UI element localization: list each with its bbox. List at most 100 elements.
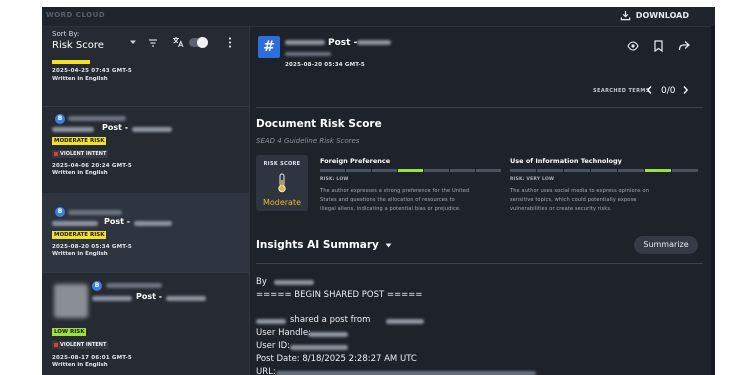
- author-redacted: [274, 280, 314, 285]
- document-risk-title: Document Risk Score: [256, 118, 382, 130]
- download-label: DOWNLOAD: [635, 11, 689, 20]
- author-redacted: [285, 40, 325, 45]
- item-language: Written in English: [52, 76, 108, 82]
- guideline-subtitle: SEAD 4 Guideline Risk Scores: [256, 137, 360, 145]
- item-date: 2025-08-20 05:34 GMT-5: [52, 244, 132, 250]
- risk-level-segment: [424, 169, 449, 172]
- risk-badge: MODERATE RISK: [52, 231, 107, 239]
- item-language: Written in English: [52, 362, 108, 368]
- violent-dot-icon: [54, 343, 58, 347]
- risk-level-segment: [476, 169, 501, 172]
- risk-badge-partial: [52, 60, 90, 64]
- bookmark-icon[interactable]: [654, 40, 663, 52]
- risk-level-segment: [591, 169, 617, 172]
- summary-shared: shared a post from: [290, 315, 371, 325]
- eye-icon[interactable]: [627, 41, 639, 51]
- thermometer-icon: [278, 173, 286, 193]
- intent-badge: VIOLENT INTENT: [52, 150, 109, 158]
- list-item[interactable]: B Post - MODERATE RISK VIOLENT INTENT 20…: [42, 106, 249, 194]
- summary-handle: User Handle:: [256, 328, 311, 338]
- translate-icon[interactable]: [172, 36, 184, 48]
- more-options-icon[interactable]: [228, 37, 232, 48]
- url-redacted: [276, 371, 536, 375]
- summary-begin: ===== BEGIN SHARED POST =====: [256, 290, 423, 300]
- platform-avatar: B: [55, 114, 65, 124]
- searched-terms-count: 0/0: [661, 86, 676, 96]
- hashtag-icon: #: [258, 36, 280, 58]
- source-redacted: [68, 210, 122, 215]
- source-redacted: [106, 283, 162, 288]
- translate-toggle[interactable]: [189, 37, 208, 48]
- intent-badge: VIOLENT INTENT: [52, 341, 109, 349]
- item-date: 2025-08-17 06:01 GMT-5: [52, 355, 132, 361]
- risk-score-card: RISK SCORE Moderate: [256, 155, 308, 211]
- summary-userid: User ID:: [256, 341, 290, 351]
- risk-level-segment: [672, 169, 698, 172]
- author-redacted: [52, 221, 98, 226]
- summarize-button[interactable]: Summarize: [634, 236, 698, 254]
- scrollbar[interactable]: [711, 26, 715, 375]
- source-redacted: [386, 319, 424, 324]
- risk-level-segment: [645, 169, 671, 172]
- share-icon[interactable]: [678, 40, 690, 51]
- item-post-label: Post -: [102, 123, 129, 132]
- item-language: Written in English: [52, 251, 108, 257]
- caret-down-icon[interactable]: [129, 38, 137, 46]
- chevron-right-icon[interactable]: [682, 85, 689, 95]
- item-language: Written in English: [52, 170, 108, 176]
- risk-level-segment: [398, 169, 423, 172]
- app-window: WORD CLOUD DOWNLOAD Sort By: Risk Score …: [42, 7, 715, 375]
- list-item-selected[interactable]: B Post - MODERATE RISK 2025-08-20 05:34 …: [42, 193, 249, 273]
- author-redacted: [256, 319, 286, 324]
- download-icon: [620, 10, 631, 21]
- list-item[interactable]: 2025-04-25 07:43 GMT-5 Written in Englis…: [42, 60, 249, 107]
- risk-level-segment: [372, 169, 397, 172]
- guideline-risk: RISK: VERY LOW: [510, 177, 555, 182]
- summary-by: By: [256, 277, 267, 287]
- author-redacted: [52, 127, 94, 132]
- top-bar: WORD CLOUD DOWNLOAD: [42, 7, 715, 27]
- summary-url: URL:: [256, 367, 276, 375]
- searched-terms-label: SEARCHED TERMS: [593, 88, 650, 94]
- guideline-risk: RISK: LOW: [320, 177, 349, 182]
- list-item[interactable]: B Post - LOW RISK VIOLENT INTENT 2025-08…: [42, 272, 249, 375]
- item-post-label: Post -: [104, 217, 131, 226]
- download-button[interactable]: DOWNLOAD: [620, 10, 689, 21]
- post-detail-panel: # Post - 2025-08-20 05:34 GMT-5 SEARCHED…: [250, 27, 711, 375]
- source-redacted: [68, 116, 126, 121]
- post-list-panel: Sort By: Risk Score 2025-04-25 07:43 GMT…: [42, 27, 250, 375]
- title-redacted: [357, 40, 391, 45]
- sort-order-icon[interactable]: [148, 38, 158, 48]
- post-thumbnail: [54, 284, 88, 318]
- divider: [256, 107, 703, 108]
- post-header: # Post - 2025-08-20 05:34 GMT-5: [250, 27, 711, 80]
- title-redacted: [132, 127, 172, 132]
- risk-level-segment: [618, 169, 644, 172]
- risk-level-segment: [510, 169, 536, 172]
- userid-redacted: [290, 345, 348, 350]
- sort-dropdown[interactable]: Risk Score: [52, 40, 104, 51]
- sort-header: Sort By: Risk Score: [42, 27, 249, 60]
- insights-title[interactable]: Insights AI Summary: [256, 239, 379, 251]
- sort-label: Sort By:: [52, 30, 80, 38]
- risk-level-bar: [320, 169, 501, 172]
- risk-score-label: RISK SCORE: [263, 161, 301, 167]
- item-date: 2025-04-06 20:24 GMT-5: [52, 163, 132, 169]
- risk-score-value: Moderate: [262, 198, 302, 207]
- divider: [256, 263, 703, 264]
- violent-dot-icon: [54, 152, 58, 156]
- caret-down-icon[interactable]: [385, 243, 392, 248]
- chevron-left-icon[interactable]: [646, 85, 653, 95]
- risk-level-segment: [450, 169, 475, 172]
- risk-badge: MODERATE RISK: [52, 137, 107, 145]
- handle-redacted: [308, 332, 348, 337]
- risk-level-segment: [320, 169, 345, 172]
- section-title: WORD CLOUD: [46, 11, 106, 19]
- platform-avatar: B: [92, 281, 102, 291]
- guideline-title: Foreign Preference: [320, 157, 391, 165]
- guideline-description: The author uses social media to express …: [510, 188, 650, 212]
- guideline-title: Use of Information Technology: [510, 157, 622, 165]
- author-redacted: [92, 296, 132, 301]
- platform-avatar: B: [55, 207, 65, 217]
- summary-postdate: Post Date: 8/18/2025 2:28:27 AM UTC: [256, 354, 417, 364]
